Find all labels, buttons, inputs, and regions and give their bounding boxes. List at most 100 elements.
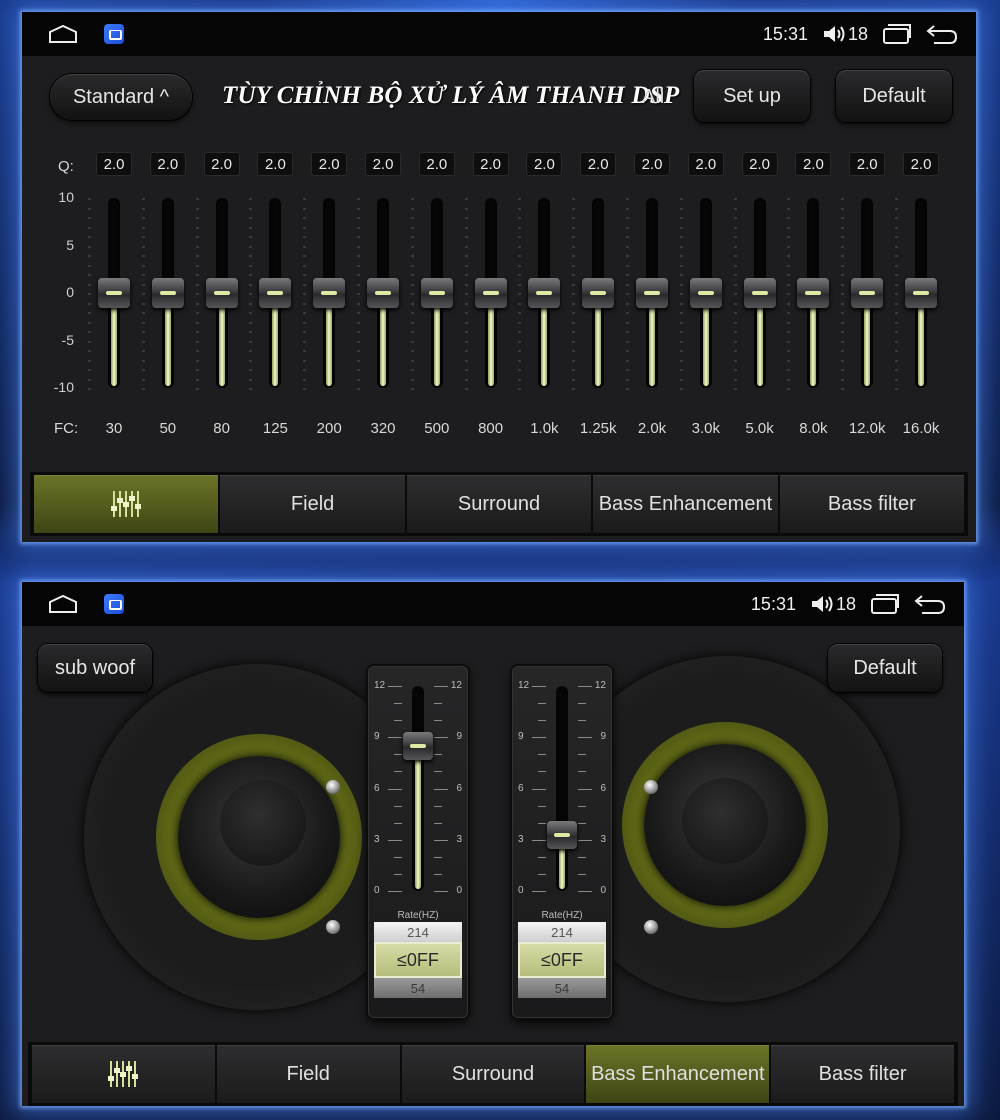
screw-icon bbox=[644, 780, 658, 794]
q-value[interactable]: 2.0 bbox=[96, 152, 132, 176]
fader-knob[interactable] bbox=[313, 278, 346, 308]
fader-knob[interactable] bbox=[420, 278, 453, 308]
rate-option-below[interactable]: 54 bbox=[374, 978, 462, 998]
rate-option-above[interactable]: 214 bbox=[518, 922, 606, 942]
fader-knob[interactable] bbox=[151, 278, 184, 308]
fader-knob[interactable] bbox=[582, 278, 615, 308]
home-icon[interactable] bbox=[48, 595, 78, 613]
q-value[interactable]: 2.0 bbox=[687, 152, 724, 176]
tab-bass-enhancement[interactable]: Bass Enhancement bbox=[593, 475, 778, 533]
tab-surround[interactable]: Surround bbox=[401, 1045, 585, 1103]
scale-minor-tick bbox=[394, 686, 402, 687]
volume-indicator: 18 bbox=[810, 594, 856, 615]
tab-bass-filter[interactable]: Bass filter bbox=[771, 1045, 954, 1103]
scale-minor-tick bbox=[538, 891, 546, 892]
tab-bass-filter[interactable]: Bass filter bbox=[779, 475, 965, 533]
scale-minor-tick bbox=[538, 805, 546, 807]
scale-minor-tick bbox=[394, 856, 402, 858]
fader-knob[interactable] bbox=[636, 278, 668, 308]
scale-label: 9 bbox=[600, 731, 606, 743]
fader-knob[interactable] bbox=[528, 278, 561, 308]
app-icon[interactable] bbox=[104, 594, 124, 614]
tab-equalizer[interactable] bbox=[34, 475, 219, 533]
q-value[interactable]: 2.0 bbox=[849, 152, 886, 176]
q-value[interactable]: 2.0 bbox=[418, 152, 455, 176]
recent-apps-icon[interactable] bbox=[870, 593, 900, 615]
frequency-label: 1.0k bbox=[530, 420, 559, 437]
fader-knob[interactable] bbox=[851, 278, 884, 308]
back-icon[interactable] bbox=[926, 23, 958, 45]
q-value[interactable]: 2.0 bbox=[903, 152, 939, 176]
rate-option-below[interactable]: 54 bbox=[518, 978, 606, 998]
db-scale-label: 10 bbox=[58, 189, 74, 205]
q-value[interactable]: 2.0 bbox=[311, 152, 348, 176]
slider-knob[interactable] bbox=[547, 820, 577, 849]
recent-apps-icon[interactable] bbox=[882, 23, 912, 45]
speaker-icon bbox=[811, 596, 833, 612]
subwoof-button[interactable]: sub woof bbox=[38, 644, 152, 692]
bass-gain-slider[interactable]: 12 12 9 9 6 6 3 3 0 0 Rate(HZ) 214 ≤0FF 54 bbox=[512, 666, 612, 1018]
bass-gain-slider[interactable]: 12 12 9 9 6 6 3 3 0 0 Rate(HZ) 214 ≤0FF 54 bbox=[368, 666, 468, 1018]
scale-minor-tick bbox=[394, 873, 402, 875]
frequency-label: 2.0k bbox=[637, 420, 667, 437]
q-value[interactable]: 2.0 bbox=[526, 152, 563, 176]
volume-level: 18 bbox=[835, 593, 856, 614]
fader-knob[interactable] bbox=[689, 278, 722, 308]
fader-scale-dots bbox=[679, 198, 683, 390]
fader-knob[interactable] bbox=[797, 278, 830, 308]
fader-knob[interactable] bbox=[259, 278, 292, 308]
q-value[interactable]: 2.0 bbox=[741, 152, 778, 176]
fader-knob[interactable] bbox=[743, 278, 776, 308]
scale-minor-tick bbox=[394, 771, 402, 773]
q-value[interactable]: 2.0 bbox=[365, 152, 401, 176]
rate-option-above[interactable]: 214 bbox=[374, 922, 462, 942]
scale-label: 0 bbox=[456, 885, 462, 896]
q-value[interactable]: 2.0 bbox=[795, 152, 832, 176]
q-value[interactable]: 2.0 bbox=[257, 152, 294, 176]
rate-selector[interactable]: ≤0FF bbox=[518, 942, 606, 978]
tab-field[interactable]: Field bbox=[216, 1045, 400, 1103]
home-icon[interactable] bbox=[48, 25, 78, 43]
tab-bass-enhancement[interactable]: Bass Enhancement bbox=[586, 1045, 770, 1103]
preset-dropdown[interactable]: Standard ^ bbox=[50, 74, 192, 120]
q-value[interactable]: 2.0 bbox=[580, 152, 617, 176]
q-value[interactable]: 2.0 bbox=[203, 152, 240, 176]
tab-label: Field bbox=[286, 1062, 330, 1085]
fader-scale-dots bbox=[357, 198, 360, 390]
tab-surround[interactable]: Surround bbox=[406, 475, 592, 533]
scale-minor-tick bbox=[434, 754, 442, 756]
frequency-label: 500 bbox=[424, 420, 450, 437]
fader-knob[interactable] bbox=[905, 278, 937, 308]
volume-indicator: 18 bbox=[822, 24, 868, 45]
q-value[interactable]: 2.0 bbox=[472, 152, 509, 176]
scale-minor-tick bbox=[394, 720, 402, 722]
back-icon[interactable] bbox=[914, 593, 946, 615]
eq-screen: 15:31 18 Standard ^ TÙY CHỈNH BỘ XỬ LÝ Â… bbox=[22, 12, 976, 542]
default-button[interactable]: Default bbox=[836, 70, 952, 122]
scale-minor-tick bbox=[434, 686, 442, 687]
tab-label: Field bbox=[290, 492, 335, 515]
fader-knob[interactable] bbox=[474, 278, 507, 308]
rate-selector[interactable]: ≤0FF bbox=[374, 942, 462, 978]
fader-scale-dots bbox=[88, 198, 91, 390]
db-scale-label: 5 bbox=[66, 236, 74, 253]
slider-knob[interactable] bbox=[403, 731, 433, 760]
status-bar: 15:31 18 bbox=[22, 12, 976, 56]
all-channel-toggle[interactable]: All bbox=[642, 86, 664, 109]
screw-icon bbox=[326, 780, 340, 794]
fader-knob[interactable] bbox=[98, 278, 130, 308]
default-button[interactable]: Default bbox=[828, 644, 942, 692]
tab-field[interactable]: Field bbox=[220, 475, 405, 533]
scale-minor-tick bbox=[394, 703, 402, 705]
app-icon[interactable] bbox=[104, 24, 124, 44]
scale-label: 12 bbox=[594, 680, 606, 691]
setup-button[interactable]: Set up bbox=[694, 70, 810, 122]
q-value[interactable]: 2.0 bbox=[634, 152, 670, 176]
fader-knob[interactable] bbox=[205, 278, 238, 308]
tab-equalizer[interactable] bbox=[32, 1045, 215, 1103]
tab-label: Bass Enhancement bbox=[598, 492, 773, 515]
q-value[interactable]: 2.0 bbox=[149, 152, 186, 176]
fader-scale-dots bbox=[195, 198, 199, 390]
q-label: Q: bbox=[58, 158, 74, 175]
fader-knob[interactable] bbox=[367, 278, 399, 308]
